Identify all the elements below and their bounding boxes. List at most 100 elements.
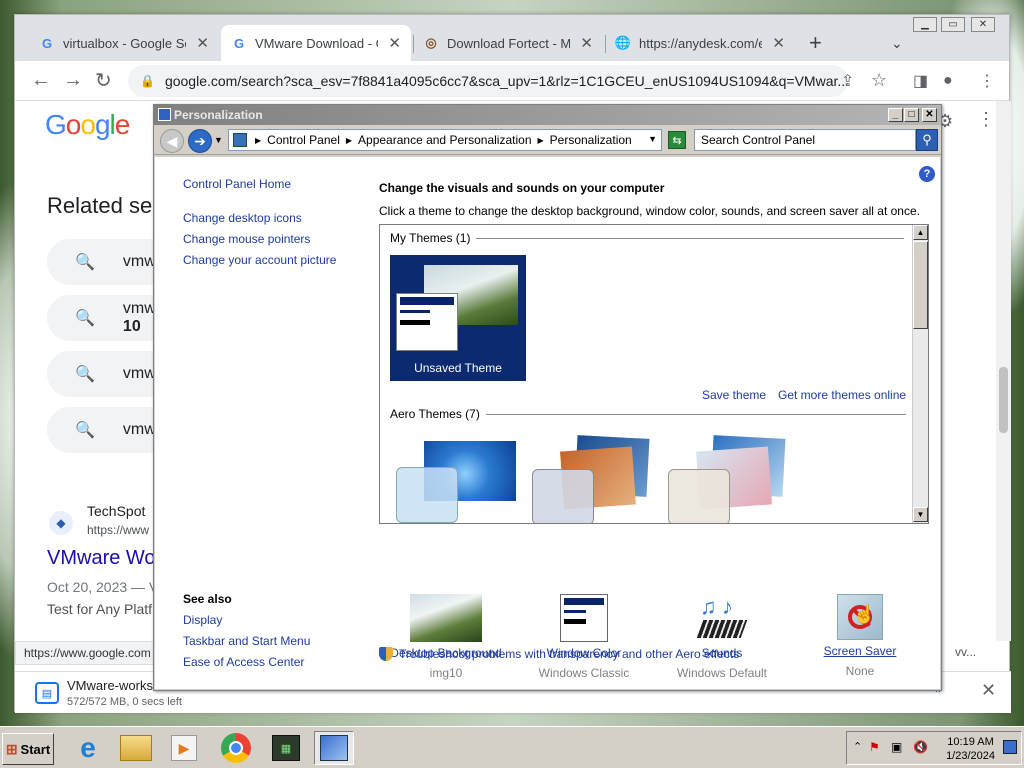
file-explorer-icon[interactable] [116, 731, 156, 765]
profile-icon[interactable]: ● [943, 72, 953, 90]
clock-date: 1/23/2024 [946, 750, 995, 762]
minimize-button[interactable]: _ [888, 108, 903, 122]
troubleshoot-link-row[interactable]: Troubleshoot problems with transparency … [379, 647, 739, 661]
windows-flag-icon: ⊞ [5, 740, 18, 757]
help-icon[interactable]: ? [919, 166, 935, 182]
save-theme-link[interactable]: Save theme [702, 388, 766, 402]
change-desktop-icons-link[interactable]: Change desktop icons [183, 211, 302, 225]
window-color-item[interactable]: Window Color Windows Classic [524, 594, 644, 680]
search-icon: 🔍 [75, 366, 95, 383]
page-subheading: Click a theme to change the desktop back… [379, 204, 920, 218]
search-icon: 🔍 [75, 310, 95, 327]
display-link[interactable]: Display [183, 613, 222, 627]
window-color-icon [560, 594, 608, 642]
page-scrollbar[interactable] [996, 101, 1011, 641]
theme-list-scrollbar[interactable]: ▲ ▼ [912, 225, 928, 523]
close-button[interactable]: ✕ [971, 17, 995, 32]
plus-icon: + [809, 30, 822, 55]
breadcrumb-appearance[interactable]: Appearance and Personalization [358, 133, 531, 147]
google-logo[interactable]: Google [45, 109, 130, 141]
network-icon[interactable]: ▣ [891, 740, 902, 754]
download-progress-text: 572/572 MB, 0 secs left [67, 696, 182, 708]
menu-kebab-icon[interactable]: ⋮ [979, 71, 995, 91]
clock[interactable]: 10:19 AM 1/23/2024 [946, 735, 995, 763]
forward-icon[interactable]: → [63, 69, 83, 92]
globe-icon: 🌐 [614, 35, 632, 50]
tab-anydesk[interactable]: 🌐 https://anydesk.com/en ✕ [605, 25, 795, 61]
breadcrumb-control-panel[interactable]: Control Panel [267, 133, 340, 147]
see-also-heading: See also [183, 592, 232, 606]
new-tab-button[interactable]: + [799, 25, 829, 61]
monitor-app-icon[interactable]: ▦ [266, 731, 306, 765]
reload-icon[interactable]: ↻ [95, 68, 112, 93]
chrome-toolbar: ← → ↻ 🔒 google.com/search?sca_esv=7f8841… [15, 61, 1009, 101]
close-icon[interactable]: ✕ [196, 34, 209, 52]
chevron-down-icon[interactable]: ▼ [648, 134, 657, 144]
scroll-up-icon[interactable]: ▲ [913, 225, 928, 240]
scrollbar-thumb[interactable] [999, 367, 1008, 433]
search-input[interactable]: Search Control Panel [694, 129, 916, 151]
forward-icon[interactable]: ➔ [188, 129, 212, 153]
control-panel-taskbar-icon[interactable] [314, 731, 354, 765]
breadcrumb[interactable]: ▶ Control Panel ▶ Appearance and Persona… [228, 129, 662, 151]
search-icon[interactable]: ⚲ [916, 129, 938, 151]
control-panel-home-link[interactable]: Control Panel Home [183, 177, 291, 191]
close-icon[interactable]: ✕ [388, 34, 401, 52]
url-text: google.com/search?sca_esv=7f8841a4095c6c… [164, 73, 848, 89]
address-bar[interactable]: 🔒 google.com/search?sca_esv=7f8841a4095c… [128, 65, 848, 97]
close-icon[interactable]: ✕ [580, 34, 593, 52]
chevron-up-icon[interactable]: ⌃ [853, 740, 862, 753]
side-panel-icon[interactable]: ◨ [913, 71, 928, 91]
tab-vmware-download[interactable]: G VMware Download - Go ✕ [221, 25, 411, 61]
tab-title: virtualbox - Google Sea [63, 35, 187, 51]
desktop-background-item[interactable]: Desktop Background img10 [386, 594, 506, 680]
close-button[interactable]: ✕ [922, 108, 937, 122]
bookmark-star-icon[interactable]: ☆ [871, 70, 887, 91]
breadcrumb-personalization[interactable]: Personalization [550, 133, 632, 147]
result-site-name: TechSpot [87, 503, 146, 519]
window-title-bar[interactable]: Personalization _ □ ✕ [154, 105, 941, 125]
maximize-button[interactable]: □ [904, 108, 919, 122]
recent-pages-dropdown-icon[interactable]: ▼ [214, 135, 223, 145]
result-snippet: Test for Any Platf [47, 601, 153, 617]
aero-theme-windows7[interactable] [396, 437, 522, 523]
result-title-link[interactable]: VMware Wo [47, 547, 156, 570]
sounds-item[interactable]: ♫ ♪ Sounds Windows Default [662, 594, 782, 680]
theme-name: Unsaved Theme [414, 361, 502, 375]
show-desktop-icon[interactable] [1003, 740, 1017, 754]
close-download-bar-icon[interactable]: ✕ [981, 680, 996, 701]
result-date: Oct 20, 2023 — V [47, 579, 159, 595]
maximize-button[interactable]: ▭ [941, 17, 965, 32]
taskbar: ⊞ Start e ▶ ▦ ⌃ ⚑ ▣ 🔇 10:19 AM 1/23/2024 [0, 726, 1024, 768]
change-account-picture-link[interactable]: Change your account picture [183, 253, 336, 267]
change-mouse-pointers-link[interactable]: Change mouse pointers [183, 232, 310, 246]
unsaved-theme-tile[interactable]: Unsaved Theme [390, 255, 526, 381]
download-file-name[interactable]: VMware-works [67, 678, 153, 693]
scroll-down-icon[interactable]: ▼ [913, 507, 928, 522]
action-center-flag-icon[interactable]: ⚑ [869, 740, 880, 754]
aero-theme-characters[interactable] [668, 435, 794, 523]
get-more-themes-link[interactable]: Get more themes online [778, 388, 906, 402]
start-button[interactable]: ⊞ Start [2, 733, 54, 765]
share-icon[interactable]: ⇪ [841, 71, 854, 91]
scrollbar-thumb[interactable] [913, 241, 928, 329]
refresh-icon[interactable]: ⇆ [668, 131, 686, 149]
taskbar-start-menu-link[interactable]: Taskbar and Start Menu [183, 634, 310, 648]
aero-themes-group: Aero Themes (7) [390, 407, 906, 421]
media-player-icon[interactable]: ▶ [164, 731, 204, 765]
minimize-button[interactable]: ▁ [913, 17, 937, 32]
ease-of-access-link[interactable]: Ease of Access Center [183, 655, 304, 669]
close-icon[interactable]: ✕ [772, 34, 785, 52]
back-icon[interactable]: ◀ [160, 129, 184, 153]
volume-muted-icon[interactable]: 🔇 [913, 740, 928, 754]
tab-search-button[interactable]: ⌄ [881, 25, 911, 61]
desktop-background-icon [410, 594, 482, 642]
tab-title: https://anydesk.com/en [639, 35, 763, 51]
tab-fortect[interactable]: ◎ Download Fortect - Maj ✕ [413, 25, 603, 61]
chrome-icon[interactable] [216, 731, 256, 765]
aero-theme-architecture[interactable] [532, 435, 658, 523]
back-icon[interactable]: ← [31, 69, 51, 92]
tab-virtualbox[interactable]: G virtualbox - Google Sea ✕ [29, 25, 219, 61]
troubleshoot-link[interactable]: Troubleshoot problems with transparency … [399, 647, 739, 661]
internet-explorer-icon[interactable]: e [68, 731, 108, 765]
